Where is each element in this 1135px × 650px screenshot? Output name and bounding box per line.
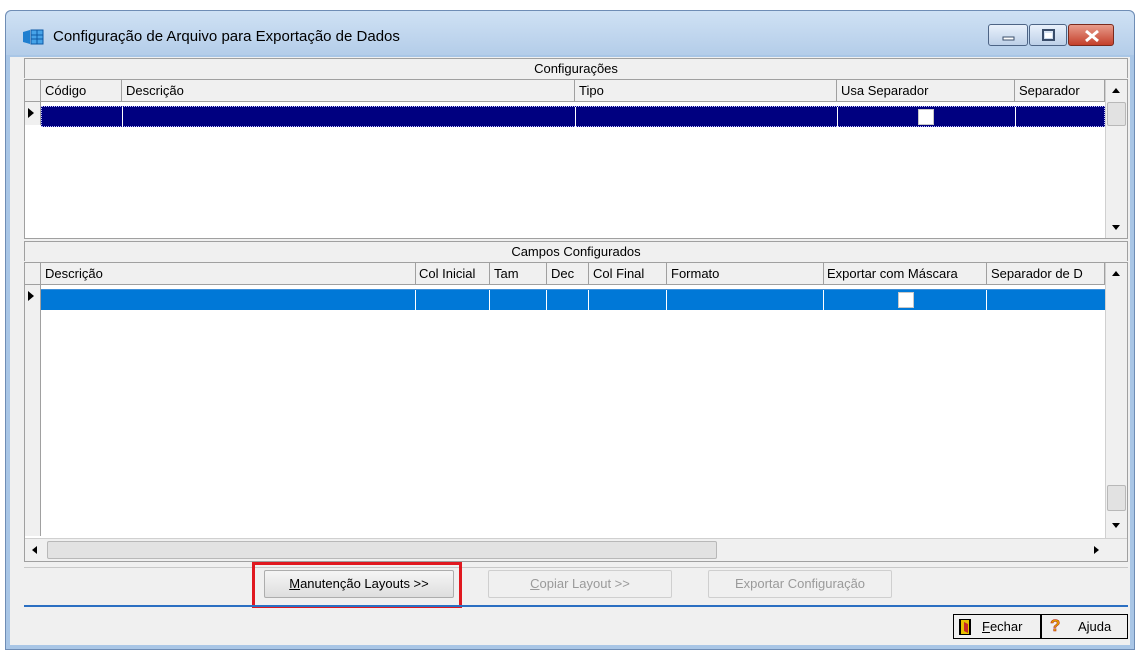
col-header-tipo[interactable]: Tipo (575, 80, 837, 102)
arrow-right-icon (1094, 546, 1099, 554)
campos-grid[interactable]: Descrição Col Inicial Tam Dec Col Final … (24, 262, 1128, 562)
scroll-right-button[interactable] (1087, 541, 1104, 558)
col-header-codigo[interactable]: Código (41, 80, 122, 102)
col-header-col-final[interactable]: Col Final (589, 263, 667, 285)
data-grid-icon (23, 29, 44, 45)
table-row-selected[interactable] (41, 106, 1105, 128)
exportar-configuracao-button[interactable]: Exportar Configuração (708, 570, 892, 598)
copiar-layout-button[interactable]: Copiar Layout >> (488, 570, 672, 598)
cell-descricao[interactable] (41, 290, 416, 311)
vertical-scrollbar[interactable] (1105, 263, 1127, 538)
arrow-up-icon (1112, 88, 1120, 93)
highlight-box (252, 562, 462, 608)
vertical-scrollbar[interactable] (1105, 80, 1127, 238)
maximize-icon (1042, 29, 1055, 41)
minimize-icon (1002, 36, 1015, 41)
arrow-left-icon (32, 546, 37, 554)
row-indicator-header (25, 263, 41, 285)
row-indicator[interactable] (25, 102, 41, 125)
cell-formato[interactable] (667, 290, 824, 311)
question-mark-icon: ? (1050, 616, 1061, 636)
fechar-rest: echar (989, 619, 1023, 634)
col-header-usa-separador[interactable]: Usa Separador (837, 80, 1015, 102)
copiar-mnemonic: C (530, 576, 540, 591)
cell-separador-d[interactable] (987, 290, 1103, 311)
close-button[interactable] (1068, 24, 1114, 46)
cell-descricao[interactable] (123, 107, 576, 128)
row-indicator-column (25, 285, 41, 536)
cell-codigo[interactable] (42, 107, 123, 128)
maximize-button[interactable] (1029, 24, 1067, 46)
col-header-descricao[interactable]: Descrição (122, 80, 575, 102)
minimize-button[interactable] (988, 24, 1028, 46)
copiar-label: opiar Layout >> (539, 576, 630, 591)
close-icon (1085, 29, 1099, 43)
ajuda-label: Ajuda (1078, 619, 1112, 634)
scroll-up-button[interactable] (1108, 265, 1125, 282)
fechar-label: Fechar (982, 615, 1022, 638)
cell-tipo[interactable] (576, 107, 838, 128)
scroll-down-button[interactable] (1108, 219, 1125, 236)
current-row-icon (28, 108, 34, 118)
cell-usa-separador[interactable] (838, 107, 1016, 128)
horizontal-scrollbar[interactable] (25, 538, 1127, 561)
scroll-down-button[interactable] (1108, 517, 1125, 534)
current-row-icon (28, 291, 34, 301)
configuracoes-caption: Configurações (24, 58, 1128, 78)
exit-door-icon (959, 619, 971, 635)
cell-col-inicial[interactable] (416, 290, 490, 311)
col-header-exportar-mascara[interactable]: Exportar com Máscara (824, 263, 987, 285)
scroll-thumb[interactable] (1107, 485, 1126, 511)
window-title: Configuração de Arquivo para Exportação … (53, 28, 400, 45)
ajuda-button[interactable]: ? Ajuda (1041, 614, 1128, 639)
horizontal-scroll-thumb[interactable] (47, 541, 717, 559)
fechar-mnemonic: F (982, 619, 990, 634)
usa-separador-checkbox[interactable] (918, 109, 934, 125)
col-header-descricao[interactable]: Descrição (41, 263, 416, 285)
col-header-dec[interactable]: Dec (547, 263, 589, 285)
fechar-button[interactable]: Fechar (953, 614, 1041, 639)
cell-col-final[interactable] (589, 290, 667, 311)
cell-exportar-mascara[interactable] (824, 290, 987, 311)
arrow-down-icon (1112, 523, 1120, 528)
col-header-col-inicial[interactable]: Col Inicial (416, 263, 490, 285)
col-header-tam[interactable]: Tam (490, 263, 547, 285)
configuracoes-grid[interactable]: Código Descrição Tipo Usa Separador Sepa… (24, 79, 1128, 239)
col-header-separador[interactable]: Separador (1015, 80, 1105, 102)
scroll-up-button[interactable] (1108, 82, 1125, 99)
cell-separador[interactable] (1016, 107, 1104, 128)
col-header-separador-d[interactable]: Separador de D (987, 263, 1105, 285)
accent-divider (24, 605, 1128, 607)
row-indicator-header (25, 80, 41, 102)
scroll-thumb[interactable] (1107, 102, 1126, 126)
divider (24, 567, 1128, 568)
cell-tam[interactable] (490, 290, 547, 311)
exportar-mascara-checkbox[interactable] (898, 292, 914, 308)
campos-caption: Campos Configurados (24, 241, 1128, 261)
arrow-up-icon (1112, 271, 1120, 276)
col-header-formato[interactable]: Formato (667, 263, 824, 285)
cell-dec[interactable] (547, 290, 589, 311)
table-row-selected[interactable] (41, 289, 1105, 311)
arrow-down-icon (1112, 225, 1120, 230)
scroll-left-button[interactable] (27, 541, 44, 558)
